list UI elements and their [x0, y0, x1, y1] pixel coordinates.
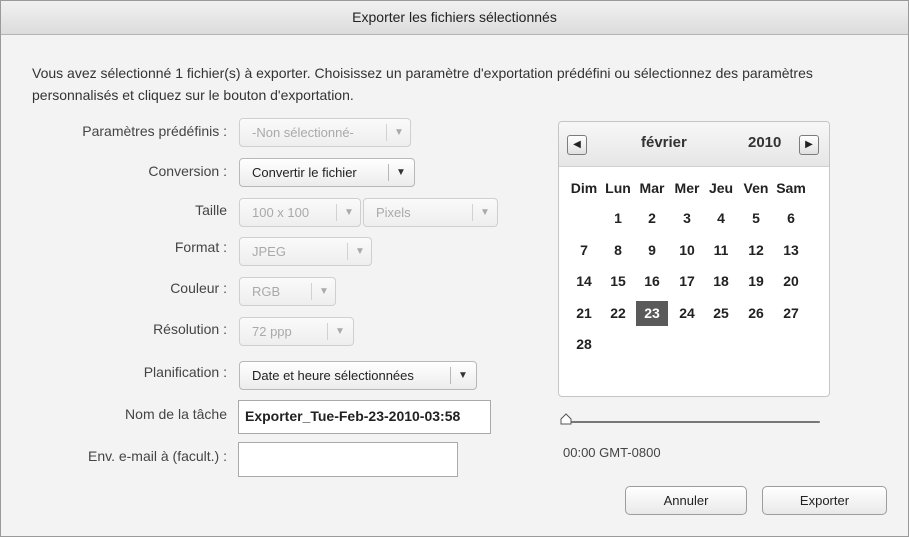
time-slider-handle[interactable]	[560, 413, 572, 425]
calendar-day-selected[interactable]: 23	[636, 300, 668, 326]
calendar-day[interactable]: 1	[602, 206, 634, 231]
calendar-day[interactable]: 8	[602, 238, 634, 263]
email-label: Env. e-mail à (facult.) :	[87, 448, 227, 464]
weekday-header: Ven	[743, 180, 769, 196]
triangle-right-icon: ▶	[805, 139, 813, 150]
calendar-day[interactable]: 21	[568, 301, 600, 326]
color-select[interactable]: RGB ▼	[239, 277, 336, 306]
color-value: RGB	[252, 284, 281, 299]
resolution-label: Résolution :	[153, 321, 227, 337]
chevron-down-icon: ▼	[396, 167, 406, 178]
weekday-header: Mar	[639, 180, 665, 196]
calendar-day[interactable]: 13	[775, 238, 807, 263]
chevron-down-icon: ▼	[344, 207, 354, 218]
resolution-value: 72 ppp	[252, 324, 292, 339]
preset-value: -Non sélectionné-	[252, 125, 354, 140]
calendar-day[interactable]: 24	[671, 301, 703, 326]
calendar-day[interactable]: 11	[705, 238, 737, 263]
chevron-down-icon: ▼	[480, 207, 490, 218]
resolution-select[interactable]: 72 ppp ▼	[239, 317, 354, 346]
calendar-day[interactable]: 10	[671, 238, 703, 263]
export-dialog: Exporter les fichiers sélectionnés Vous …	[0, 0, 909, 537]
time-slider-track[interactable]	[566, 421, 820, 423]
conversion-select[interactable]: Convertir le fichier ▼	[239, 158, 415, 187]
calendar-day[interactable]: 3	[671, 206, 703, 231]
calendar-day[interactable]: 22	[602, 301, 634, 326]
prev-month-button[interactable]: ◀	[567, 135, 587, 155]
calendar-day[interactable]: 9	[636, 238, 668, 263]
calendar-day[interactable]: 16	[636, 269, 668, 294]
calendar-day[interactable]: 20	[775, 269, 807, 294]
size-label: Taille	[195, 202, 227, 218]
schedule-label: Planification :	[143, 364, 227, 380]
calendar-day[interactable]: 19	[740, 269, 772, 294]
chevron-down-icon: ▼	[394, 127, 404, 138]
calendar-day[interactable]: 26	[740, 301, 772, 326]
size-value: 100 x 100	[252, 205, 310, 220]
calendar-day[interactable]: 4	[705, 206, 737, 231]
weekday-header: Jeu	[708, 180, 734, 196]
chevron-down-icon: ▼	[355, 246, 365, 257]
schedule-value: Date et heure sélectionnées	[252, 368, 414, 383]
schedule-select[interactable]: Date et heure sélectionnées ▼	[239, 361, 477, 390]
calendar-day[interactable]: 25	[705, 301, 737, 326]
calendar-day[interactable]: 17	[671, 269, 703, 294]
next-month-button[interactable]: ▶	[799, 135, 819, 155]
calendar-day[interactable]: 2	[636, 206, 668, 231]
size-unit-select[interactable]: Pixels ▼	[363, 198, 498, 227]
conversion-value: Convertir le fichier	[252, 165, 357, 180]
dialog-title: Exporter les fichiers sélectionnés	[1, 1, 908, 35]
calendar-day[interactable]: 12	[740, 238, 772, 263]
calendar-day[interactable]: 28	[568, 332, 600, 357]
color-label: Couleur :	[170, 280, 227, 296]
calendar-day[interactable]: 27	[775, 301, 807, 326]
calendar-day[interactable]: 7	[568, 238, 600, 263]
task-name-input[interactable]: Exporter_Tue-Feb-23-2010-03:58	[238, 400, 491, 434]
weekday-header: Lun	[605, 180, 631, 196]
weekday-header: Mer	[674, 180, 700, 196]
chevron-down-icon: ▼	[335, 326, 345, 337]
calendar-day[interactable]: 14	[568, 269, 600, 294]
format-label: Format :	[174, 239, 227, 255]
cancel-button[interactable]: Annuler	[625, 486, 747, 515]
email-input[interactable]	[238, 442, 458, 477]
format-select[interactable]: JPEG ▼	[239, 237, 372, 266]
calendar-header: ◀ février 2010 ▶	[559, 122, 829, 167]
calendar: ◀ février 2010 ▶ Dim Lun Mar Mer Jeu Ven Sam 1 2…	[558, 121, 830, 397]
calendar-month: février	[641, 134, 687, 151]
conversion-label: Conversion :	[148, 163, 227, 179]
preset-select[interactable]: -Non sélectionné- ▼	[239, 118, 411, 147]
calendar-day[interactable]: 5	[740, 206, 772, 231]
chevron-down-icon: ▼	[458, 370, 468, 381]
intro-text: Vous avez sélectionné 1 fichier(s) à exp…	[32, 65, 813, 103]
weekday-header: Sam	[776, 180, 806, 196]
calendar-year: 2010	[748, 134, 782, 151]
time-readout: 00:00 GMT-0800	[563, 445, 661, 460]
size-select[interactable]: 100 x 100 ▼	[239, 198, 361, 227]
calendar-day[interactable]: 6	[775, 206, 807, 231]
calendar-day[interactable]: 18	[705, 269, 737, 294]
triangle-left-icon: ◀	[573, 139, 581, 150]
size-unit-value: Pixels	[376, 205, 411, 220]
weekday-header: Dim	[570, 180, 598, 196]
task-name-label: Nom de la tâche	[125, 406, 227, 422]
calendar-day[interactable]: 15	[602, 269, 634, 294]
export-button[interactable]: Exporter	[762, 486, 887, 515]
format-value: JPEG	[252, 244, 286, 259]
preset-label: Paramètres prédéfinis :	[82, 123, 227, 139]
chevron-down-icon: ▼	[319, 286, 329, 297]
